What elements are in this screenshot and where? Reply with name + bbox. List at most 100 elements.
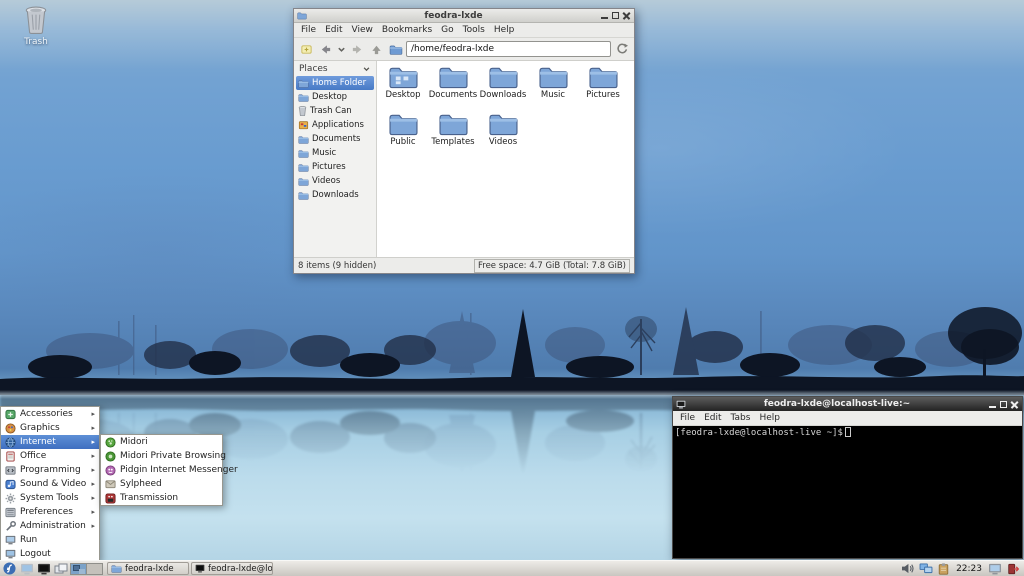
clock[interactable]: 22:23 [954, 564, 984, 574]
workspace-2[interactable] [87, 563, 102, 574]
fm-file-area[interactable]: Desktop Documents Downloads Music Pictur… [377, 61, 634, 257]
folder-icon [588, 64, 619, 89]
sidebar-item-applications[interactable]: Applications [296, 118, 374, 132]
terminal-menu-help[interactable]: Help [755, 412, 784, 424]
fedora-logo-icon [3, 562, 16, 575]
sidebar-item-trash-can[interactable]: Trash Can [296, 104, 374, 118]
workspace-pager[interactable] [70, 562, 103, 575]
submenu-item-transmission[interactable]: Transmission [101, 491, 222, 505]
folder-desktop[interactable]: Desktop [378, 64, 428, 111]
sidebar-item-home-folder[interactable]: Home Folder [296, 76, 374, 90]
folder-templates[interactable]: Templates [428, 111, 478, 158]
fm-minimize-button[interactable] [600, 11, 609, 20]
fm-menu-file[interactable]: File [297, 24, 320, 36]
terminal-menu-tabs[interactable]: Tabs [727, 412, 755, 424]
sidebar-item-documents[interactable]: Documents [296, 132, 374, 146]
sidebar-item-pictures[interactable]: Pictures [296, 160, 374, 174]
terminal-close-button[interactable] [1010, 400, 1019, 409]
menu-item-programming[interactable]: Programming ▸ [1, 463, 99, 477]
folder-public[interactable]: Public [378, 111, 428, 158]
fm-menu-bookmarks[interactable]: Bookmarks [378, 24, 436, 36]
terminal-window: feodra-lxde@localhost-live:~ File Edit Tab… [672, 396, 1023, 559]
task-button-feodra-lxde-loc[interactable]: feodra-lxde@loc... [191, 562, 273, 575]
terminal-minimize-button[interactable] [988, 400, 997, 409]
clipboard-tray-icon[interactable] [936, 562, 951, 576]
folder-downloads[interactable]: Downloads [478, 64, 528, 111]
file-manager-window: feodra-lxde File Edit View Bookmarks Go Tools… [293, 8, 635, 274]
sidebar-item-label: Music [312, 148, 337, 158]
pidgin-icon [105, 464, 116, 476]
application-menu: Accessories ▸ Graphics ▸ Internet ▸ Offi… [0, 406, 100, 562]
menu-button[interactable] [2, 562, 17, 576]
menu-item-preferences[interactable]: Preferences ▸ [1, 505, 99, 519]
sidebar-item-music[interactable]: Music [296, 146, 374, 160]
volume-tray-icon[interactable] [900, 562, 915, 576]
terminal-launcher[interactable] [36, 562, 51, 576]
menu-item-system-tools[interactable]: System Tools ▸ [1, 491, 99, 505]
menu-item-logout[interactable]: Logout [1, 547, 99, 561]
fm-menu-go[interactable]: Go [437, 24, 457, 36]
new-tab-button[interactable] [298, 41, 315, 58]
sidebar-item-label: Desktop [312, 92, 348, 102]
places-selector[interactable]: Places [296, 62, 374, 76]
fm-menu-view[interactable]: View [348, 24, 377, 36]
folder-pictures[interactable]: Pictures [578, 64, 628, 111]
fm-menu-help[interactable]: Help [490, 24, 519, 36]
menu-item-label: Administration [20, 521, 86, 531]
up-button[interactable] [368, 41, 385, 58]
task-button-feodra-lxde[interactable]: feodra-lxde [107, 562, 189, 575]
folder-icon [388, 111, 419, 136]
fm-maximize-button[interactable] [611, 11, 620, 20]
menu-item-graphics[interactable]: Graphics ▸ [1, 421, 99, 435]
terminal-menu-edit[interactable]: Edit [700, 412, 725, 424]
iconify-all-button[interactable] [53, 562, 68, 576]
reload-button[interactable] [613, 41, 630, 58]
path-input[interactable] [406, 41, 611, 57]
fm-menubar: File Edit View Bookmarks Go Tools Help [294, 23, 634, 38]
menu-item-sound-video[interactable]: Sound & Video ▸ [1, 477, 99, 491]
menu-item-internet[interactable]: Internet ▸ [1, 435, 99, 449]
network-tray-icon[interactable] [918, 562, 933, 576]
submenu-item-pidgin-internet-messenger[interactable]: Pidgin Internet Messenger [101, 463, 238, 477]
submenu-item-midori-private-browsing[interactable]: Midori Private Browsing [101, 449, 226, 463]
fm-menu-tools[interactable]: Tools [459, 24, 489, 36]
workspace-1[interactable] [71, 563, 87, 574]
terminal-menu-file[interactable]: File [676, 412, 699, 424]
history-dropdown-button[interactable] [336, 41, 347, 58]
fm-menu-edit[interactable]: Edit [321, 24, 346, 36]
menu-item-administration[interactable]: Administration ▸ [1, 519, 99, 533]
sidebar-item-label: Videos [312, 176, 341, 186]
folder-videos[interactable]: Videos [478, 111, 528, 158]
forward-button[interactable] [349, 41, 366, 58]
file-manager-launcher[interactable] [19, 562, 34, 576]
terminal-maximize-button[interactable] [999, 400, 1008, 409]
terminal-output[interactable]: [feodra-lxde@localhost-live ~]$ [673, 426, 1022, 558]
desktop-trash-icon[interactable]: Trash [13, 6, 59, 47]
screen-lock-button[interactable] [987, 562, 1002, 576]
fm-close-button[interactable] [622, 11, 631, 20]
submenu-arrow-icon: ▸ [91, 508, 95, 516]
folder-icon [438, 111, 469, 136]
terminal-icon [37, 563, 50, 574]
menu-item-accessories[interactable]: Accessories ▸ [1, 407, 99, 421]
sidebar-item-label: Downloads [312, 190, 359, 200]
terminal-prompt: [feodra-lxde@localhost-live ~]$ [675, 428, 843, 438]
trash-can-icon [23, 6, 49, 34]
sidebar-items: Home Folder Desktop Trash Can Applicatio… [296, 76, 374, 202]
folder-music[interactable]: Music [528, 64, 578, 111]
places-label: Places [299, 64, 328, 74]
submenu-item-midori[interactable]: Midori [101, 435, 222, 449]
terminal-titlebar[interactable]: feodra-lxde@localhost-live:~ [673, 397, 1022, 411]
sidebar-item-videos[interactable]: Videos [296, 174, 374, 188]
submenu-item-sylpheed[interactable]: Sylpheed [101, 477, 222, 491]
sidebar-item-downloads[interactable]: Downloads [296, 188, 374, 202]
folder-documents[interactable]: Documents [428, 64, 478, 111]
sidebar-item-desktop[interactable]: Desktop [296, 90, 374, 104]
submenu-item-label: Sylpheed [120, 479, 162, 489]
logout-button[interactable] [1005, 562, 1020, 576]
fm-titlebar[interactable]: feodra-lxde [294, 9, 634, 23]
home-button[interactable] [387, 41, 404, 58]
back-button[interactable] [317, 41, 334, 58]
menu-item-office[interactable]: Office ▸ [1, 449, 99, 463]
menu-item-run[interactable]: Run [1, 533, 99, 547]
